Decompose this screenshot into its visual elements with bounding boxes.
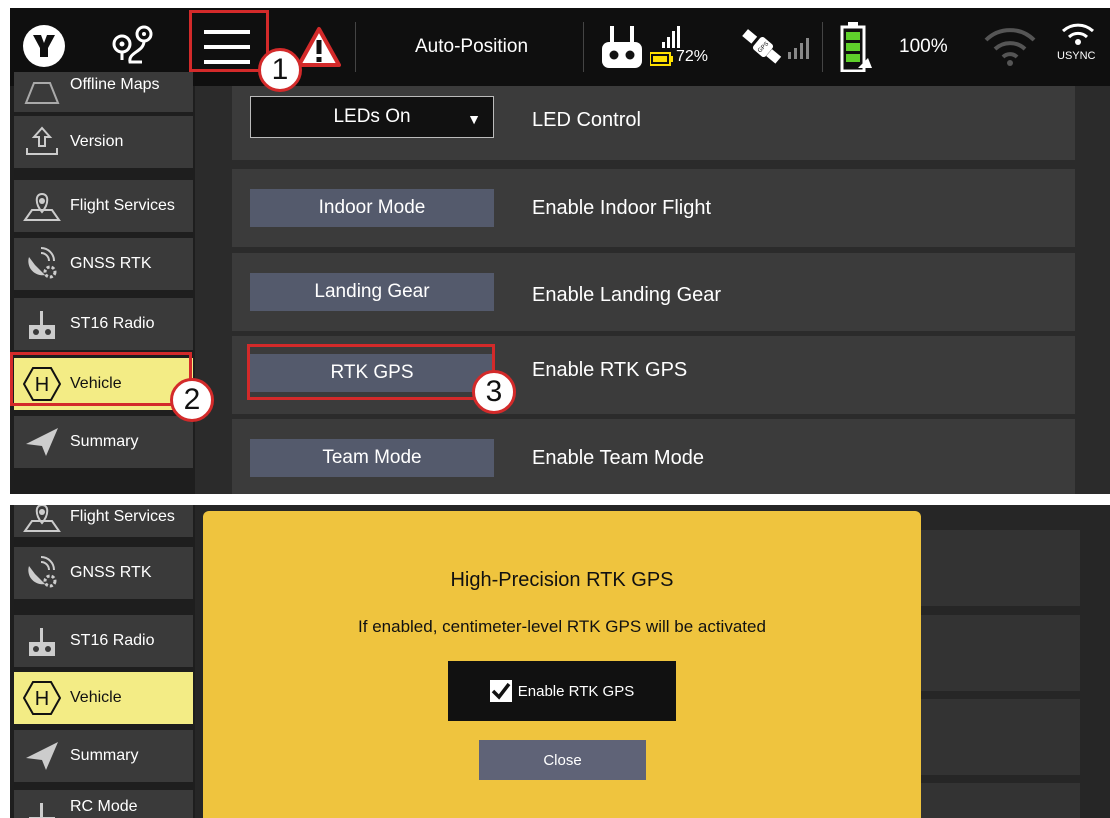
indoor-mode-button[interactable]: Indoor Mode (250, 189, 494, 227)
drone-battery-icon (840, 22, 884, 77)
svg-text:H: H (35, 688, 49, 710)
sidebar-item-st16-radio[interactable]: ST16 Radio (14, 615, 193, 667)
settings-row (910, 699, 1080, 775)
rc-battery-percent: 72% (676, 48, 709, 65)
settings-panel-bottom: Flight Services GNSS RTK ST16 Radio H Ve… (10, 505, 1110, 818)
led-dropdown[interactable]: LEDs On ▼ (250, 96, 494, 138)
drone-battery-percent: 100% (899, 36, 948, 57)
divider (355, 22, 356, 72)
sidebar-item-flight-services[interactable]: Flight Services (14, 180, 193, 232)
divider (822, 22, 823, 72)
dialog-description: If enabled, centimeter-level RTK GPS wil… (358, 617, 766, 636)
location-map-icon (14, 186, 70, 226)
sidebar-item-label: GNSS RTK (70, 564, 152, 581)
landing-gear-button[interactable]: Landing Gear (250, 273, 494, 311)
gps-satellite-icon: GPS (742, 26, 784, 73)
upload-icon (14, 122, 70, 162)
remote-controller-icon (14, 621, 70, 661)
settings-row (910, 530, 1080, 606)
row-label: Enable Team Mode (532, 447, 704, 469)
rtk-gps-dialog: High-Precision RTK GPS If enabled, centi… (203, 511, 921, 818)
enable-rtk-gps-toggle[interactable]: Enable RTK GPS (448, 661, 676, 721)
highlight-vehicle (10, 352, 192, 406)
location-map-icon (14, 505, 70, 537)
settings-row-led: LEDs On ▼ LED Control (232, 86, 1075, 160)
remote-controller-icon (14, 796, 70, 818)
sidebar-item-label: ST16 Radio (70, 315, 155, 332)
team-mode-button[interactable]: Team Mode (250, 439, 494, 477)
sidebar-item-label: RC Mode (70, 798, 138, 815)
sidebar-item-gnss-rtk[interactable]: GNSS RTK (14, 238, 193, 290)
sidebar-item-st16-radio[interactable]: ST16 Radio (14, 298, 193, 350)
settings-row-landing-gear: Landing Gear Enable Landing Gear (232, 253, 1075, 331)
sidebar-item-label: Offline Maps (70, 76, 160, 93)
row-label: Enable Indoor Flight (532, 197, 712, 219)
map-icon (14, 72, 70, 112)
row-label: Enable RTK GPS (532, 359, 688, 381)
sidebar-item-version[interactable]: Version (14, 116, 193, 168)
sidebar-item-flight-services[interactable]: Flight Services (14, 505, 193, 537)
remote-controller-icon (14, 304, 70, 344)
rc-battery-icon (649, 52, 674, 71)
sidebar-item-summary[interactable]: Summary (14, 416, 193, 468)
yuneec-logo-icon[interactable] (22, 24, 66, 73)
callout-badge-1: 1 (258, 48, 302, 92)
warning-icon[interactable] (297, 26, 341, 73)
usync-label: USYNC (1057, 50, 1096, 62)
satellite-gear-icon (14, 553, 70, 593)
callout-badge-3: 3 (472, 370, 516, 414)
settings-row (910, 615, 1080, 691)
satellite-gear-icon (14, 244, 70, 284)
callout-badge-2: 2 (170, 378, 214, 422)
highlight-rtk-gps (247, 344, 495, 400)
settings-sidebar: Flight Services GNSS RTK ST16 Radio H Ve… (10, 505, 195, 818)
settings-row-indoor: Indoor Mode Enable Indoor Flight (232, 169, 1075, 247)
wifi-icon (982, 24, 1038, 73)
close-button[interactable]: Close (479, 740, 646, 780)
sidebar-item-vehicle[interactable]: H Vehicle (14, 672, 193, 724)
remote-controller-icon (600, 26, 644, 75)
checkbox-label: Enable RTK GPS (517, 682, 635, 700)
settings-panel-top: Auto-Position 72% GPS 100% USYNC Offline… (10, 8, 1110, 494)
sidebar-item-label: Flight Services (70, 508, 175, 525)
checkbox-checked-icon[interactable] (489, 680, 512, 702)
row-label: Enable Landing Gear (532, 284, 722, 306)
sidebar-item-gnss-rtk[interactable]: GNSS RTK (14, 547, 193, 599)
led-dropdown-value: LEDs On (333, 106, 411, 127)
divider (583, 22, 584, 72)
paper-plane-icon (14, 736, 70, 776)
gps-signal-icon (788, 38, 812, 65)
sidebar-item-label: GNSS RTK (70, 255, 152, 272)
sidebar-item-summary[interactable]: Summary (14, 730, 193, 782)
sidebar-item-label: Flight Services (70, 197, 175, 214)
sidebar-item-label: Summary (70, 433, 139, 450)
row-label: LED Control (532, 109, 641, 131)
sidebar-item-label: Summary (70, 747, 139, 764)
sidebar-item-label: Version (70, 133, 124, 150)
usync-wifi-icon[interactable] (1060, 22, 1096, 51)
route-map-icon[interactable] (108, 22, 160, 75)
settings-sidebar: Offline Maps Version Flight Services GNS… (10, 72, 195, 494)
sidebar-item-offline-maps[interactable]: Offline Maps (14, 72, 193, 112)
highlight-menu (189, 10, 269, 72)
settings-row (910, 783, 1080, 818)
paper-plane-icon (14, 422, 70, 462)
hexacopter-icon: H (14, 678, 70, 718)
dialog-title: High-Precision RTK GPS (450, 569, 674, 591)
sidebar-item-label: ST16 Radio (70, 632, 155, 649)
settings-row-team-mode: Team Mode Enable Team Mode (232, 419, 1075, 494)
sidebar-item-label: Vehicle (70, 689, 122, 706)
caret-down-icon: ▼ (467, 111, 481, 127)
flight-mode-label: Auto-Position (415, 36, 529, 57)
sidebar-item-rc-mode[interactable]: RC Mode (14, 790, 193, 818)
